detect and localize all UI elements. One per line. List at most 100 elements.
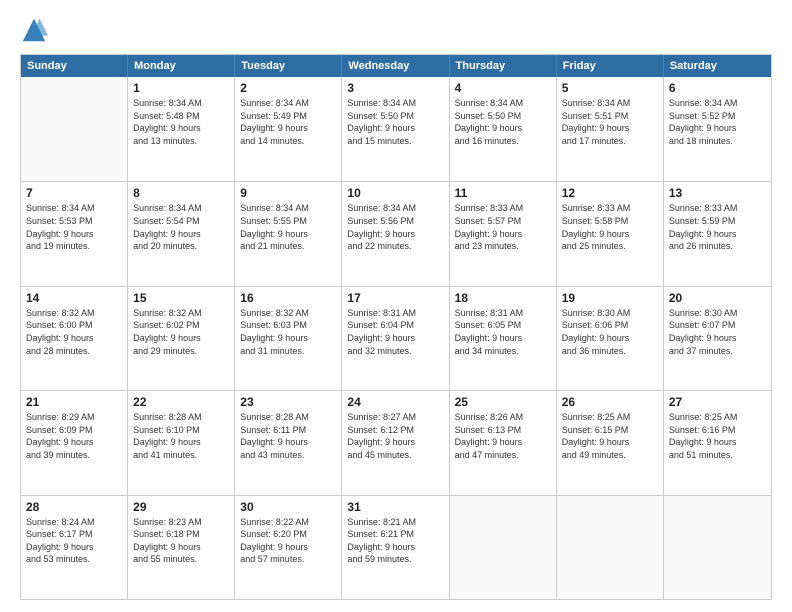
- day-info: Sunrise: 8:25 AM Sunset: 6:16 PM Dayligh…: [669, 411, 766, 461]
- day-info: Sunrise: 8:28 AM Sunset: 6:10 PM Dayligh…: [133, 411, 229, 461]
- calendar-cell: 4 Sunrise: 8:34 AM Sunset: 5:50 PM Daylig…: [450, 77, 557, 181]
- weekday-header: Sunday: [21, 55, 128, 77]
- calendar-cell: 29Sunrise: 8:23 AM Sunset: 6:18 PM Dayli…: [128, 496, 235, 599]
- day-number: 23: [240, 395, 336, 409]
- day-number: 20: [669, 291, 766, 305]
- weekday-header: Thursday: [450, 55, 557, 77]
- day-info: Sunrise: 8:27 AM Sunset: 6:12 PM Dayligh…: [347, 411, 443, 461]
- day-number: 7: [26, 186, 122, 200]
- day-number: 16: [240, 291, 336, 305]
- calendar-cell: 3 Sunrise: 8:34 AM Sunset: 5:50 PM Daylig…: [342, 77, 449, 181]
- day-info: Sunrise: 8:31 AM Sunset: 6:04 PM Dayligh…: [347, 307, 443, 357]
- calendar-cell: 23 Sunrise: 8:28 AM Sunset: 6:11 PM Dayli…: [235, 391, 342, 494]
- calendar-cell: 17 Sunrise: 8:31 AM Sunset: 6:04 PM Dayli…: [342, 287, 449, 390]
- day-number: 29: [133, 500, 229, 514]
- day-info: Sunrise: 8:34 AM Sunset: 5:56 PM Dayligh…: [347, 202, 443, 252]
- day-number: 25: [455, 395, 551, 409]
- day-info: Sunrise: 8:34 AM Sunset: 5:55 PM Dayligh…: [240, 202, 336, 252]
- weekday-header: Saturday: [664, 55, 771, 77]
- calendar-header: SundayMondayTuesdayWednesdayThursdayFrid…: [21, 55, 771, 77]
- day-info: Sunrise: 8:34 AM Sunset: 5:51 PM Dayligh…: [562, 97, 658, 147]
- day-info: Sunrise: 8:25 AM Sunset: 6:15 PM Dayligh…: [562, 411, 658, 461]
- calendar-cell: 26 Sunrise: 8:25 AM Sunset: 6:15 PM Dayli…: [557, 391, 664, 494]
- day-info: Sunrise: 8:32 AM Sunset: 6:00 PM Dayligh…: [26, 307, 122, 357]
- calendar-cell: [664, 496, 771, 599]
- calendar-cell: 18 Sunrise: 8:31 AM Sunset: 6:05 PM Dayli…: [450, 287, 557, 390]
- day-number: 30: [240, 500, 336, 514]
- weekday-header: Monday: [128, 55, 235, 77]
- calendar-row: 21 Sunrise: 8:29 AM Sunset: 6:09 PM Dayli…: [21, 390, 771, 494]
- logo: [20, 16, 52, 44]
- calendar-cell: 9 Sunrise: 8:34 AM Sunset: 5:55 PM Daylig…: [235, 182, 342, 285]
- calendar-cell: 24 Sunrise: 8:27 AM Sunset: 6:12 PM Dayli…: [342, 391, 449, 494]
- day-info: Sunrise: 8:34 AM Sunset: 5:50 PM Dayligh…: [455, 97, 551, 147]
- day-info: Sunrise: 8:32 AM Sunset: 6:02 PM Dayligh…: [133, 307, 229, 357]
- day-number: 17: [347, 291, 443, 305]
- calendar-cell: 2 Sunrise: 8:34 AM Sunset: 5:49 PM Daylig…: [235, 77, 342, 181]
- day-number: 10: [347, 186, 443, 200]
- calendar-cell: 25 Sunrise: 8:26 AM Sunset: 6:13 PM Dayli…: [450, 391, 557, 494]
- day-number: 31: [347, 500, 443, 514]
- calendar-row: 28 Sunrise: 8:24 AM Sunset: 6:17 PM Dayli…: [21, 495, 771, 599]
- calendar-cell: 27 Sunrise: 8:25 AM Sunset: 6:16 PM Dayli…: [664, 391, 771, 494]
- day-number: 9: [240, 186, 336, 200]
- calendar-cell: 28 Sunrise: 8:24 AM Sunset: 6:17 PM Dayli…: [21, 496, 128, 599]
- calendar-cell: 1 Sunrise: 8:34 AM Sunset: 5:48 PM Daylig…: [128, 77, 235, 181]
- day-number: 22: [133, 395, 229, 409]
- day-info: Sunrise: 8:34 AM Sunset: 5:50 PM Dayligh…: [347, 97, 443, 147]
- day-info: Sunrise: 8:34 AM Sunset: 5:52 PM Dayligh…: [669, 97, 766, 147]
- day-number: 26: [562, 395, 658, 409]
- day-info: Sunrise: 8:30 AM Sunset: 6:06 PM Dayligh…: [562, 307, 658, 357]
- calendar-cell: 12 Sunrise: 8:33 AM Sunset: 5:58 PM Dayli…: [557, 182, 664, 285]
- day-number: 4: [455, 81, 551, 95]
- logo-icon: [20, 16, 48, 44]
- day-info: Sunrise: 8:34 AM Sunset: 5:53 PM Dayligh…: [26, 202, 122, 252]
- day-info: Sunrise: 8:34 AM Sunset: 5:49 PM Dayligh…: [240, 97, 336, 147]
- day-info: Sunrise: 8:22 AM Sunset: 6:20 PM Dayligh…: [240, 516, 336, 566]
- day-number: 1: [133, 81, 229, 95]
- day-number: 18: [455, 291, 551, 305]
- day-info: Sunrise: 8:31 AM Sunset: 6:05 PM Dayligh…: [455, 307, 551, 357]
- calendar-row: 7 Sunrise: 8:34 AM Sunset: 5:53 PM Daylig…: [21, 181, 771, 285]
- calendar-cell: 31 Sunrise: 8:21 AM Sunset: 6:21 PM Dayli…: [342, 496, 449, 599]
- calendar-cell: 21 Sunrise: 8:29 AM Sunset: 6:09 PM Dayli…: [21, 391, 128, 494]
- day-number: 12: [562, 186, 658, 200]
- day-number: 21: [26, 395, 122, 409]
- calendar: SundayMondayTuesdayWednesdayThursdayFrid…: [20, 54, 772, 600]
- day-info: Sunrise: 8:26 AM Sunset: 6:13 PM Dayligh…: [455, 411, 551, 461]
- day-number: 8: [133, 186, 229, 200]
- day-info: Sunrise: 8:21 AM Sunset: 6:21 PM Dayligh…: [347, 516, 443, 566]
- day-info: Sunrise: 8:29 AM Sunset: 6:09 PM Dayligh…: [26, 411, 122, 461]
- day-number: 19: [562, 291, 658, 305]
- calendar-cell: 8Sunrise: 8:34 AM Sunset: 5:54 PM Daylig…: [128, 182, 235, 285]
- day-info: Sunrise: 8:34 AM Sunset: 5:48 PM Dayligh…: [133, 97, 229, 147]
- day-info: Sunrise: 8:28 AM Sunset: 6:11 PM Dayligh…: [240, 411, 336, 461]
- weekday-header: Wednesday: [342, 55, 449, 77]
- weekday-header: Tuesday: [235, 55, 342, 77]
- calendar-cell: [21, 77, 128, 181]
- day-info: Sunrise: 8:33 AM Sunset: 5:58 PM Dayligh…: [562, 202, 658, 252]
- day-number: 24: [347, 395, 443, 409]
- day-info: Sunrise: 8:24 AM Sunset: 6:17 PM Dayligh…: [26, 516, 122, 566]
- calendar-cell: 22 Sunrise: 8:28 AM Sunset: 6:10 PM Dayli…: [128, 391, 235, 494]
- page: SundayMondayTuesdayWednesdayThursdayFrid…: [0, 0, 792, 612]
- day-info: Sunrise: 8:30 AM Sunset: 6:07 PM Dayligh…: [669, 307, 766, 357]
- day-number: 27: [669, 395, 766, 409]
- day-number: 5: [562, 81, 658, 95]
- calendar-cell: 15 Sunrise: 8:32 AM Sunset: 6:02 PM Dayli…: [128, 287, 235, 390]
- calendar-cell: 6Sunrise: 8:34 AM Sunset: 5:52 PM Daylig…: [664, 77, 771, 181]
- calendar-body: 1 Sunrise: 8:34 AM Sunset: 5:48 PM Daylig…: [21, 77, 771, 599]
- calendar-cell: 14Sunrise: 8:32 AM Sunset: 6:00 PM Dayli…: [21, 287, 128, 390]
- calendar-cell: 13Sunrise: 8:33 AM Sunset: 5:59 PM Dayli…: [664, 182, 771, 285]
- day-number: 28: [26, 500, 122, 514]
- day-number: 2: [240, 81, 336, 95]
- day-number: 15: [133, 291, 229, 305]
- day-info: Sunrise: 8:33 AM Sunset: 5:57 PM Dayligh…: [455, 202, 551, 252]
- calendar-cell: 10 Sunrise: 8:34 AM Sunset: 5:56 PM Dayli…: [342, 182, 449, 285]
- day-info: Sunrise: 8:32 AM Sunset: 6:03 PM Dayligh…: [240, 307, 336, 357]
- calendar-cell: 5 Sunrise: 8:34 AM Sunset: 5:51 PM Daylig…: [557, 77, 664, 181]
- calendar-cell: 7 Sunrise: 8:34 AM Sunset: 5:53 PM Daylig…: [21, 182, 128, 285]
- calendar-cell: [450, 496, 557, 599]
- calendar-cell: 11Sunrise: 8:33 AM Sunset: 5:57 PM Dayli…: [450, 182, 557, 285]
- day-number: 3: [347, 81, 443, 95]
